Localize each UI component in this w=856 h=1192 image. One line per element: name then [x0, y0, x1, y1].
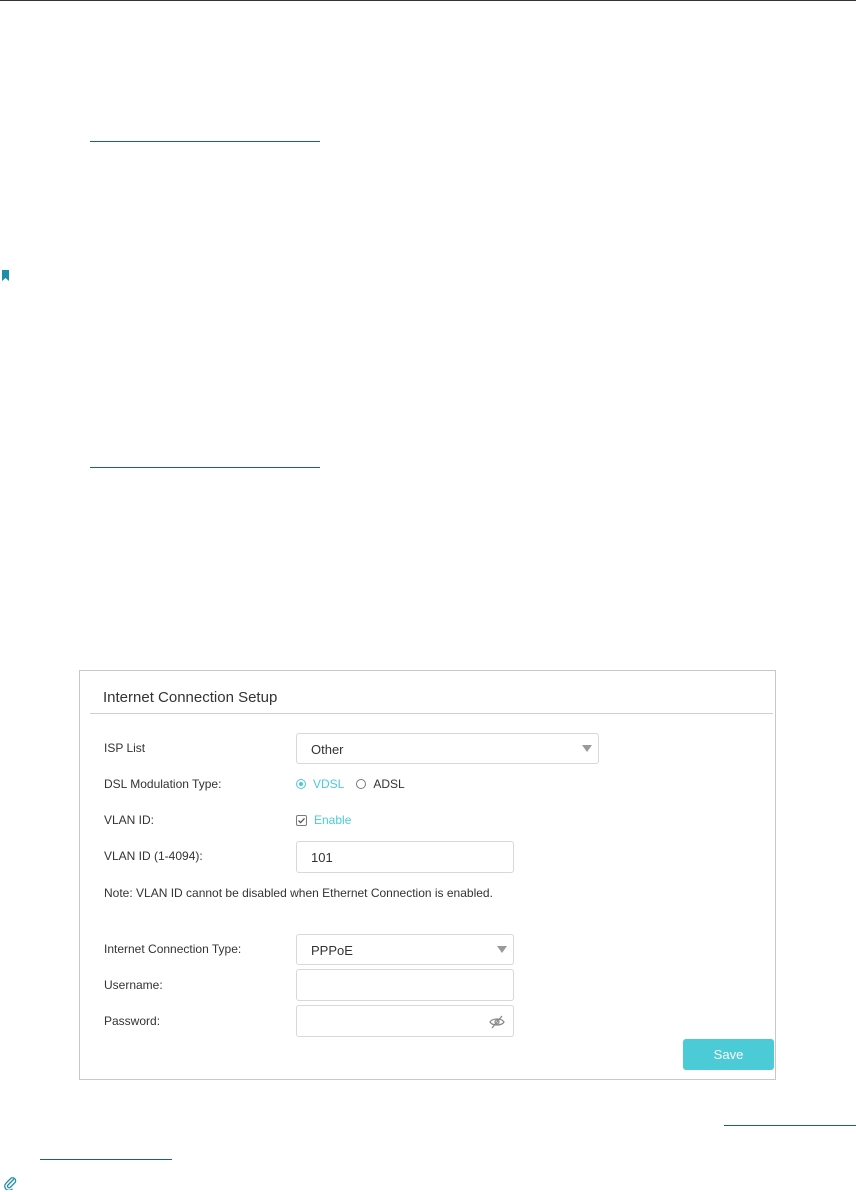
eye-slash-icon[interactable]	[489, 1015, 505, 1029]
radio-vdsl[interactable]	[296, 779, 306, 789]
radio-adsl[interactable]	[356, 779, 367, 789]
vlan-note: Note: VLAN ID cannot be disabled when Et…	[104, 886, 493, 900]
password-input[interactable]	[296, 1005, 514, 1037]
password-label: Password:	[104, 1014, 161, 1028]
radio-vdsl-label[interactable]: VDSL	[313, 777, 344, 791]
link-underline[interactable]	[90, 141, 320, 142]
bookmark-icon	[2, 270, 9, 281]
username-input[interactable]	[296, 969, 514, 1001]
panel-divider	[90, 713, 773, 714]
dsl-modulation-label: DSL Modulation Type:	[104, 777, 222, 791]
isp-list-select[interactable]: Other	[296, 733, 599, 764]
connection-type-select[interactable]: PPPoE	[296, 934, 514, 965]
vlan-id-number-label: VLAN ID (1-4094):	[104, 849, 203, 863]
dsl-modulation-radio-group: VDSL ADSL	[296, 777, 405, 791]
chevron-down-icon	[582, 745, 592, 752]
chevron-down-icon	[497, 946, 507, 953]
isp-list-label: ISP List	[104, 741, 146, 755]
radio-adsl-label[interactable]: ADSL	[373, 777, 404, 791]
panel-title: Internet Connection Setup	[103, 689, 278, 706]
link-underline[interactable]	[724, 1125, 856, 1126]
check-icon	[298, 817, 305, 823]
internet-connection-setup-panel: Internet Connection Setup ISP List Other…	[79, 670, 776, 1080]
top-rule	[0, 0, 856, 1]
connection-type-value: PPPoE	[311, 943, 353, 958]
save-button[interactable]: Save	[683, 1039, 774, 1070]
username-label: Username:	[104, 978, 163, 992]
vlan-enable-checkbox[interactable]	[296, 814, 307, 826]
paperclip-icon	[4, 1177, 17, 1190]
link-underline[interactable]	[90, 467, 320, 468]
vlan-id-value: 101	[311, 850, 333, 865]
link-underline[interactable]	[40, 1159, 172, 1160]
connection-type-label: Internet Connection Type:	[104, 942, 242, 956]
vlan-id-enable-label: VLAN ID:	[104, 813, 155, 827]
isp-list-value: Other	[311, 742, 344, 757]
vlan-enable-checkbox-group: Enable	[296, 813, 351, 827]
vlan-id-input[interactable]: 101	[296, 841, 514, 873]
vlan-enable-label[interactable]: Enable	[314, 813, 351, 827]
